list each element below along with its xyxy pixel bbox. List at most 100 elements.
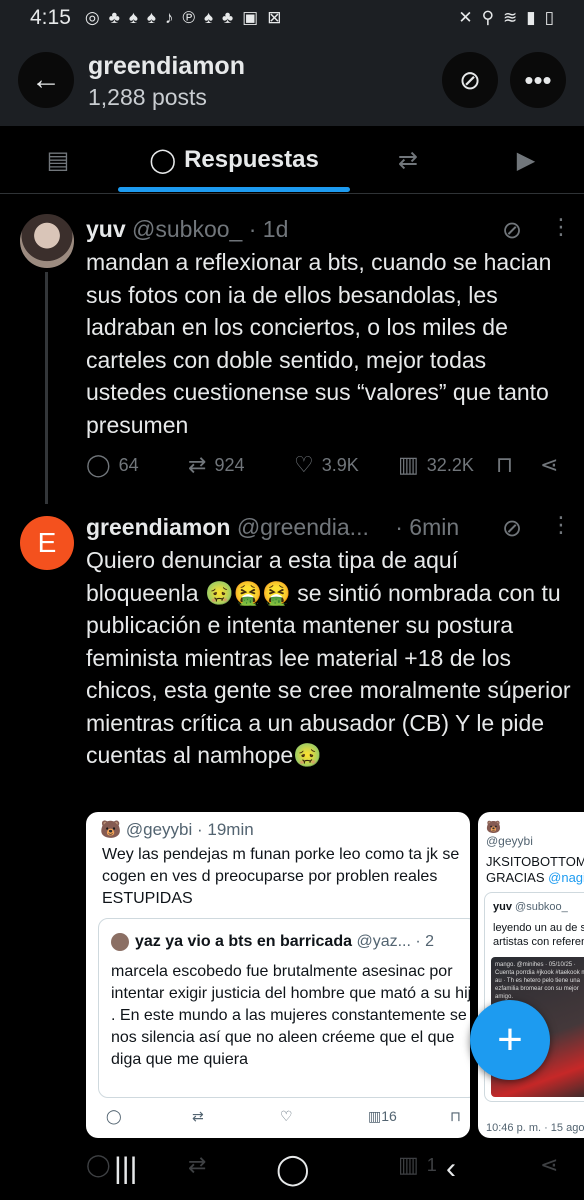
quoted-text: leyendo un au de s artistas con referen — [493, 922, 584, 948]
plus-icon: + — [497, 1015, 523, 1064]
reply-icon: ◯ — [86, 452, 111, 477]
view-count: 32.2K — [426, 454, 474, 475]
card-header: 🐻 @geyybi · 19min — [100, 820, 254, 839]
post-time: · 6min — [395, 514, 460, 540]
share-button[interactable]: ⋖ — [540, 452, 558, 478]
card-timestamp: 10:46 p. m. · 15 ago — [486, 1122, 584, 1134]
reply-bubble-icon: ◯ — [149, 146, 177, 174]
system-icons: ✕ ⚲ ≋ ▮ ▯ — [458, 8, 554, 28]
notification-icons: ◎ ♣ ♠ ♠ ♪ ℗ ♠ ♣ ▣ ⊠ — [85, 8, 282, 28]
quoted-post: yaz ya vio a bts en barricada @yaz... · … — [98, 918, 470, 1098]
back-button[interactable]: ← — [18, 52, 74, 108]
wifi-icon: ≋ — [503, 8, 518, 27]
compose-button[interactable]: + — [470, 1000, 550, 1080]
author-handle[interactable]: @subkoo_ — [132, 216, 242, 242]
pinterest-icon: ℗ — [182, 8, 195, 27]
card-header-handle: @geyybi — [486, 834, 533, 848]
snapchat-icon: ♠ — [203, 8, 213, 27]
instagram-icon: ◎ — [84, 8, 100, 27]
media-carousel[interactable]: 🐻 @geyybi · 19min Wey las pendejas m fun… — [86, 812, 584, 1138]
battery-icon: ▯ — [544, 8, 554, 27]
post-count: 1,288 posts — [88, 84, 207, 110]
post-actions: ◯ 64 ⇄ 924 ♡ 3.9K ▥ 32.2K ⊓ ⋖ — [86, 452, 566, 482]
home-icon: ◯ — [276, 1153, 310, 1186]
card-view-count: 16 — [381, 1108, 397, 1124]
repost-icon: ⇄ — [397, 146, 419, 174]
grok-icon[interactable]: ⊘ — [502, 216, 522, 245]
close-box-icon: ⊠ — [267, 8, 282, 27]
tab-posts[interactable]: ▤ — [28, 126, 88, 194]
author-name[interactable]: greendiamon — [86, 514, 230, 540]
quoted-name: yaz ya vio a bts en barricada — [135, 933, 352, 951]
card-actions: ◯ ⇄ ♡ ▥ 16 ⊓ — [100, 1108, 461, 1132]
grok-button[interactable]: ⊘ — [442, 52, 498, 108]
screenshot-card[interactable]: 🐻 @geyybi JKSITOBOTTOM l GRACIAS @nagiza… — [478, 812, 584, 1138]
avatar[interactable] — [20, 214, 74, 268]
profile-header: ← greendiamon 1,288 posts ⊘ ••• — [0, 36, 584, 126]
author-handle[interactable]: @greendia... — [237, 514, 369, 540]
system-nav-bar: ||| ◯ ‹ — [0, 1144, 584, 1200]
like-button[interactable]: ♡ 3.9K — [294, 452, 359, 478]
mention-link: @nagiza — [548, 870, 584, 885]
reply-icon: ◯ — [106, 1108, 122, 1124]
avatar-letter: E — [37, 527, 57, 558]
more-vertical-icon[interactable]: ⋮ — [550, 512, 572, 538]
author-name[interactable]: yuv — [86, 216, 126, 242]
thread-line — [45, 272, 48, 504]
share-icon: ⋖ — [540, 452, 559, 477]
views-chart-icon: ▥ — [398, 452, 419, 477]
snapchat-icon: ♠ — [128, 8, 138, 27]
avatar[interactable]: E — [20, 516, 74, 570]
card-text: JKSITOBOTTOM l GRACIAS @nagiza — [486, 854, 584, 886]
heart-icon: ♡ — [294, 452, 314, 477]
grok-icon[interactable]: ⊘ — [502, 514, 522, 543]
quoted-text: marcela escobedo fue brutalmente asesina… — [111, 963, 470, 1068]
status-bar: 4:15 ◎ ♣ ♠ ♠ ♪ ℗ ♠ ♣ ▣ ⊠ ✕ ⚲ ≋ ▮ ▯ — [0, 0, 584, 36]
recent-apps-button[interactable]: ||| — [114, 1152, 137, 1186]
post-text: mandan a reflexionar a bts, cuando se ha… — [86, 249, 552, 438]
snapchat-icon: ♣ — [222, 8, 234, 27]
tiktok-icon: ♪ — [164, 8, 174, 27]
more-vertical-icon[interactable]: ⋮ — [550, 214, 572, 240]
tab-reposts[interactable]: ⇄ — [378, 126, 438, 194]
reply-button[interactable]: ◯ 64 — [86, 452, 139, 478]
repost-button[interactable]: ⇄ 924 — [188, 452, 244, 478]
repost-count: 924 — [214, 454, 245, 475]
quoted-author-line: yaz ya vio a bts en barricada @yaz... · … — [111, 933, 434, 951]
quoted-handle: @yaz... · 2 — [356, 933, 435, 951]
avatar — [111, 933, 129, 951]
location-icon: ⚲ — [481, 8, 495, 27]
signal-icon: ▮ — [526, 8, 536, 27]
heart-icon: ♡ — [280, 1108, 293, 1124]
tab-media[interactable]: ▶ — [496, 126, 556, 194]
tab-replies[interactable]: ◯ Respuestas — [118, 126, 350, 194]
media-play-icon: ▶ — [516, 146, 536, 174]
post-time: · 1d — [248, 216, 289, 242]
profile-tabs: ▤ ◯ Respuestas ⇄ ▶ — [0, 126, 584, 194]
back-icon: ‹ — [446, 1152, 456, 1185]
post-author-line: greendiamon @greendia... · 6min — [86, 514, 459, 541]
card-header-emoji: 🐻 — [486, 820, 501, 834]
home-button[interactable]: ◯ — [276, 1152, 310, 1187]
quoted-author-line: yuv @subkoo_ — [493, 901, 568, 913]
more-button[interactable]: ••• — [510, 52, 566, 108]
back-nav-button[interactable]: ‹ — [446, 1152, 456, 1186]
post-author-line: yuv @subkoo_ · 1d — [86, 216, 288, 243]
bookmark-button[interactable]: ⊓ — [496, 452, 513, 478]
snapchat-icon: ♣ — [108, 8, 120, 27]
like-count: 3.9K — [321, 454, 359, 475]
post-text: Quiero denunciar a esta tipa de aquí blo… — [86, 547, 571, 768]
mute-icon: ✕ — [458, 8, 473, 27]
tab-replies-label: Respuestas — [184, 146, 319, 173]
arrow-left-icon: ← — [31, 63, 61, 96]
bookmark-icon: ⊓ — [450, 1108, 461, 1124]
repost-icon: ⇄ — [192, 1108, 204, 1124]
card-header: 🐻 @geyybi — [486, 820, 533, 848]
reply-post-parent[interactable]: yuv @subkoo_ · 1d ⊘ ⋮ mandan a reflexion… — [0, 194, 584, 504]
views-button[interactable]: ▥ 32.2K — [398, 452, 474, 478]
news-icon: ▤ — [46, 146, 70, 174]
gallery-icon: ▣ — [242, 8, 259, 27]
views-chart-icon: ▥ 16 — [368, 1108, 397, 1124]
snapchat-icon: ♠ — [146, 8, 156, 27]
screenshot-card[interactable]: 🐻 @geyybi · 19min Wey las pendejas m fun… — [86, 812, 470, 1138]
